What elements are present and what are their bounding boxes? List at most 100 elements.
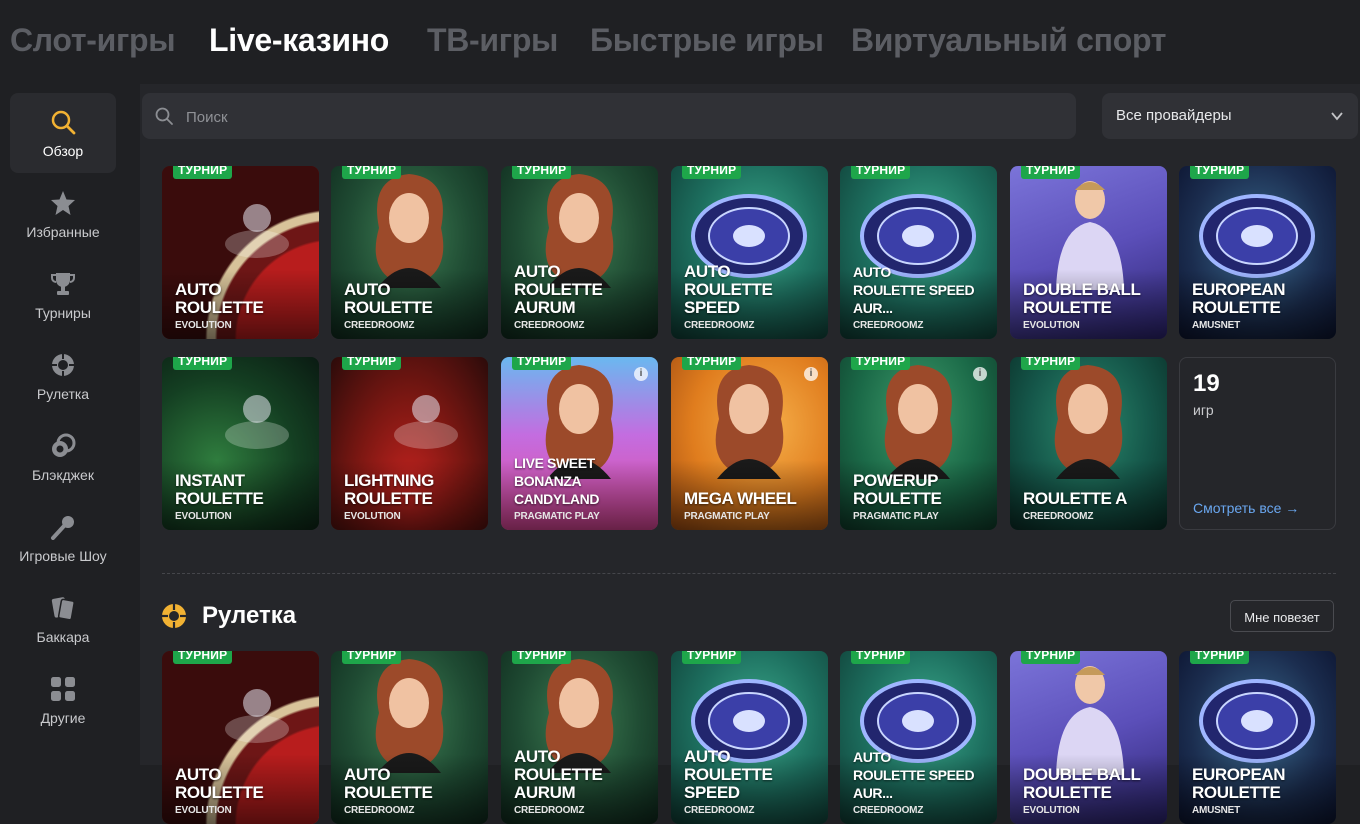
- game-card[interactable]: ТУРНИР Auto Roulette Speed Creedroomz: [671, 166, 828, 339]
- game-title: European Roulette: [1192, 280, 1286, 317]
- game-title: Auto Roulette Speed: [684, 747, 773, 802]
- game-card[interactable]: ТУРНИР Auto Roulette Evolution: [162, 166, 319, 339]
- game-provider: Creedroomz: [684, 805, 755, 816]
- game-provider: Creedroomz: [514, 320, 585, 331]
- sidebar-item-overview[interactable]: Обзор: [10, 93, 116, 173]
- game-card[interactable]: ТУРНИР Roulette A Creedroomz: [1010, 357, 1167, 530]
- game-card[interactable]: ТУРНИР PowerUp Roulette Pragmatic Play i: [840, 357, 997, 530]
- game-title: Mega Wheel: [684, 489, 797, 508]
- game-card[interactable]: ТУРНИР Auto Roulette Evolution: [162, 651, 319, 824]
- tab-tv-games[interactable]: ТВ-игры: [427, 22, 558, 59]
- game-provider: Creedroomz: [684, 320, 755, 331]
- game-title: Auto Roulette Speed Aur...: [853, 749, 975, 801]
- sidebar: Обзор Избранные Турниры Рулетка Блэкджек…: [0, 84, 124, 765]
- tournament-badge: ТУРНИР: [1021, 651, 1081, 664]
- game-title: Auto Roulette Aurum: [514, 262, 603, 317]
- game-title: Roulette A: [1023, 489, 1127, 508]
- game-title: Auto Roulette: [175, 280, 264, 317]
- roulette-icon: [50, 352, 76, 378]
- game-card[interactable]: ТУРНИР Double Ball Roulette Evolution: [1010, 166, 1167, 339]
- game-provider: Amusnet: [1192, 320, 1241, 331]
- tournament-badge: ТУРНИР: [512, 166, 572, 179]
- game-artwork: [225, 395, 289, 449]
- tournament-badge: ТУРНИР: [173, 651, 233, 664]
- game-provider: Creedroomz: [514, 805, 585, 816]
- microphone-icon: [50, 514, 76, 540]
- tournament-badge: ТУРНИР: [1021, 166, 1081, 179]
- tournament-badge: ТУРНИР: [682, 651, 742, 664]
- sidebar-item-other[interactable]: Другие: [10, 660, 116, 740]
- game-card[interactable]: ТУРНИР European Roulette Amusnet: [1179, 166, 1336, 339]
- provider-select[interactable]: Все провайдеры: [1102, 93, 1358, 139]
- sidebar-item-baccarat[interactable]: Баккара: [10, 579, 116, 659]
- game-title: Live Sweet Bonanza Candyland: [514, 455, 600, 507]
- game-card[interactable]: ТУРНИР Auto Roulette Speed Creedroomz: [671, 651, 828, 824]
- game-card[interactable]: ТУРНИР Live Sweet Bonanza Candyland Pragma…: [501, 357, 658, 530]
- tournament-badge: ТУРНИР: [512, 651, 572, 664]
- game-provider: Evolution: [175, 511, 232, 522]
- sidebar-item-roulette[interactable]: Рулетка: [10, 336, 116, 416]
- game-provider: Evolution: [1023, 320, 1080, 331]
- roulette-section-icon: [161, 603, 187, 629]
- tab-slots[interactable]: Слот-игры: [10, 22, 176, 59]
- game-card[interactable]: ТУРНИР Auto Roulette Creedroomz: [331, 651, 488, 824]
- game-provider: Pragmatic Play: [514, 511, 600, 522]
- game-title: PowerUp Roulette: [853, 471, 942, 508]
- game-title: European Roulette: [1192, 765, 1286, 802]
- game-title: Auto Roulette Speed: [684, 262, 773, 317]
- game-card[interactable]: ТУРНИР European Roulette Amusnet: [1179, 651, 1336, 824]
- grid-icon: [50, 676, 76, 702]
- tournament-badge: ТУРНИР: [851, 651, 911, 664]
- game-provider: Creedroomz: [853, 805, 924, 816]
- tournament-badge: ТУРНИР: [173, 357, 233, 370]
- chips-icon: [50, 433, 76, 459]
- tab-live-casino[interactable]: Live-казино: [209, 22, 389, 59]
- lucky-button[interactable]: Мне повезет: [1230, 600, 1334, 632]
- sidebar-item-label: Рулетка: [36, 386, 90, 402]
- game-card[interactable]: ТУРНИР Mega Wheel Pragmatic Play i: [671, 357, 828, 530]
- game-card[interactable]: ТУРНИР Double Ball Roulette Evolution: [1010, 651, 1167, 824]
- sidebar-item-label: Обзор: [42, 143, 84, 159]
- info-icon[interactable]: i: [804, 367, 818, 381]
- tournament-badge: ТУРНИР: [173, 166, 233, 179]
- see-all-card[interactable]: 19 игр Смотреть все →: [1179, 357, 1336, 530]
- game-provider: Creedroomz: [344, 320, 415, 331]
- game-card[interactable]: ТУРНИР Auto Roulette Aurum Creedroomz: [501, 651, 658, 824]
- info-icon[interactable]: i: [634, 367, 648, 381]
- game-title: Auto Roulette: [344, 280, 433, 317]
- search-icon: [154, 106, 174, 126]
- game-card[interactable]: ТУРНИР Lightning Roulette Evolution: [331, 357, 488, 530]
- info-icon[interactable]: i: [973, 367, 987, 381]
- search-input[interactable]: [184, 93, 1068, 141]
- search-bar[interactable]: [142, 93, 1076, 141]
- game-card[interactable]: ТУРНИР Auto Roulette Creedroomz: [331, 166, 488, 339]
- sidebar-item-game-shows[interactable]: Игровые Шоу: [10, 498, 116, 578]
- game-provider: Creedroomz: [1023, 511, 1094, 522]
- section-title: Рулетка: [202, 602, 297, 629]
- game-title: Auto Roulette Aurum: [514, 747, 603, 802]
- tournament-badge: ТУРНИР: [342, 651, 402, 664]
- sidebar-item-blackjack[interactable]: Блэкджек: [10, 417, 116, 497]
- sidebar-item-favorites[interactable]: Избранные: [10, 174, 116, 254]
- game-title: Double Ball Roulette: [1023, 765, 1141, 802]
- category-tabs: Слот-игры Live-казино ТВ-игры Быстрые иг…: [0, 0, 1360, 84]
- tab-virtual-sports[interactable]: Виртуальный спорт: [851, 22, 1166, 59]
- game-artwork: [225, 204, 289, 258]
- game-card[interactable]: ТУРНИР Instant Roulette Evolution: [162, 357, 319, 530]
- sidebar-item-label: Другие: [40, 710, 86, 726]
- game-card[interactable]: ТУРНИР Auto Roulette Aurum Creedroomz: [501, 166, 658, 339]
- sidebar-item-label: Игровые Шоу: [19, 548, 107, 564]
- tournament-badge: ТУРНИР: [851, 357, 911, 370]
- tournament-badge: ТУРНИР: [851, 166, 911, 179]
- game-title: Instant Roulette: [175, 471, 264, 508]
- tab-quick-games[interactable]: Быстрые игры: [590, 22, 824, 59]
- game-card[interactable]: ТУРНИР Auto Roulette Speed Aur... Creedroo…: [840, 166, 997, 339]
- see-all-link[interactable]: Смотреть все →: [1193, 500, 1299, 516]
- tournament-badge: ТУРНИР: [1021, 357, 1081, 370]
- game-card[interactable]: ТУРНИР Auto Roulette Speed Aur... Creedroo…: [840, 651, 997, 824]
- sidebar-item-label: Избранные: [26, 224, 100, 240]
- section-divider: [162, 573, 1336, 574]
- games-count: 19: [1193, 370, 1220, 397]
- sidebar-item-tournaments[interactable]: Турниры: [10, 255, 116, 335]
- chevron-down-icon: [1330, 109, 1344, 123]
